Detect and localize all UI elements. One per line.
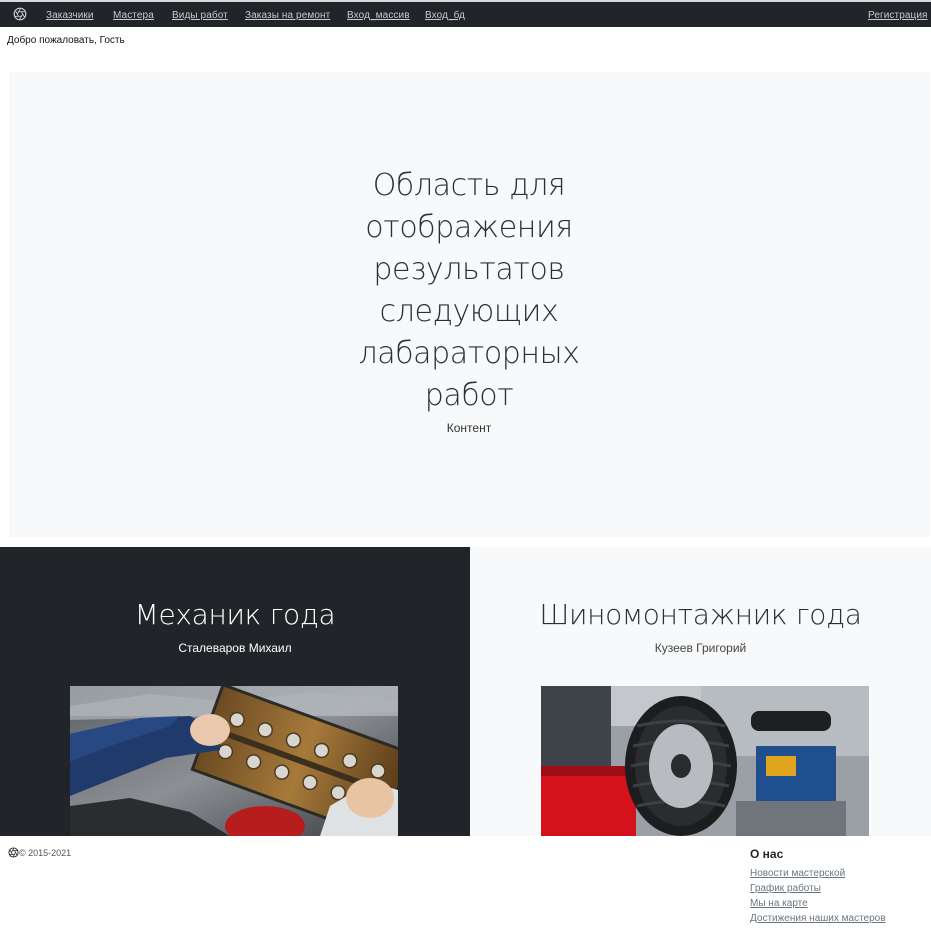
aperture-icon [8, 847, 19, 858]
mechanic-panel-title: Механик года [134, 598, 336, 631]
nav-link-masters[interactable]: Мастера [113, 10, 154, 21]
tire-fitter-panel: Шиномонтажник года Кузеев Григорий [470, 547, 931, 836]
tire-fitter-name: Кузеев Григорий [654, 641, 747, 655]
tire-fitter-panel-title: Шиномонтажник года [539, 598, 862, 631]
hero-subtitle: Контент [446, 421, 492, 435]
footer-link-schedule[interactable]: График работы [750, 883, 821, 894]
engine-repair-photo [70, 686, 398, 836]
nav-link-login-db[interactable]: Вход_бд [425, 10, 465, 21]
copyright-text: © 2015-2021 [19, 848, 72, 858]
mechanic-name: Сталеваров Михаил [178, 641, 292, 655]
about-heading: О нас [750, 847, 784, 861]
hero-title: Область для отображения результатов след… [358, 168, 580, 413]
footer: © 2015-2021 О нас Новости мастерской Гра… [0, 836, 931, 929]
nav-link-work-types[interactable]: Виды работ [172, 10, 228, 21]
tire-service-photo [541, 686, 869, 836]
footer-link-map[interactable]: Мы на карте [750, 898, 808, 909]
footer-link-achievements[interactable]: Достижения наших мастеров [750, 913, 886, 924]
mechanic-panel: Механик года Сталеваров Михаил [0, 547, 470, 836]
register-link[interactable]: Регистрация [868, 10, 928, 21]
nav-link-repair-orders[interactable]: Заказы на ремонт [245, 10, 330, 21]
top-navbar: Заказчики Мастера Виды работ Заказы на р… [0, 0, 931, 27]
welcome-message: Добро пожаловать, Гость [7, 35, 125, 46]
aperture-icon[interactable] [13, 7, 27, 21]
nav-link-login-array[interactable]: Вход_массив [347, 10, 410, 21]
nav-link-customers[interactable]: Заказчики [46, 10, 94, 21]
hero-section: Область для отображения результатов след… [9, 72, 930, 537]
footer-link-news[interactable]: Новости мастерской [750, 868, 845, 879]
